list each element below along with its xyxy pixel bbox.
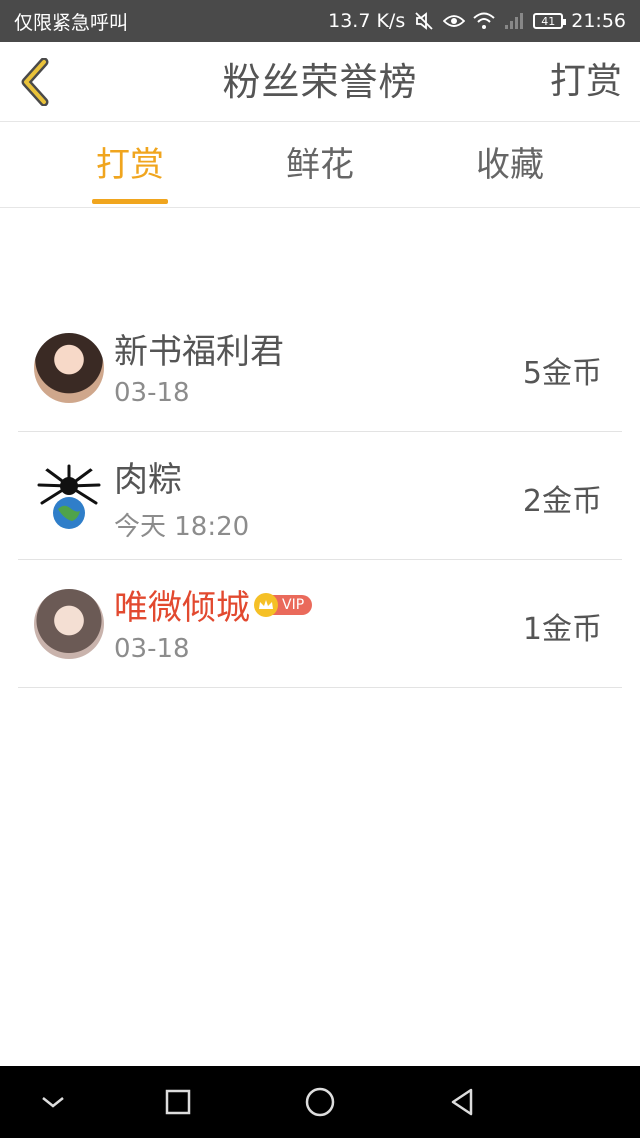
square-icon[interactable]	[160, 1084, 196, 1120]
signal-icon	[503, 10, 525, 32]
chevron-down-icon[interactable]	[35, 1084, 71, 1120]
vip-badge: VIP	[254, 592, 313, 617]
circle-icon[interactable]	[302, 1084, 338, 1120]
tab-bar: 打赏 鲜花 收藏	[0, 122, 640, 208]
status-bar: 仅限紧急呼叫 13.7 K/s 41 21:56	[0, 0, 640, 42]
crown-icon	[254, 592, 278, 617]
eye-icon	[443, 10, 466, 32]
list-item[interactable]: 新书福利君 03-18 5金币	[18, 304, 622, 432]
fan-date: 03-18	[114, 378, 190, 408]
fan-amount: 2金币	[522, 484, 602, 519]
list-item[interactable]: 肉粽 今天 18:20 2金币	[18, 432, 622, 560]
fan-list: 新书福利君 03-18 5金币 肉粽 今天 18:20 2金币 唯微倾城 VIP…	[18, 304, 622, 688]
tab-favorites[interactable]: 收藏	[450, 122, 570, 208]
fan-name: 新书福利君	[114, 332, 284, 372]
page-title: 粉丝荣誉榜	[222, 60, 418, 104]
fan-amount: 5金币	[522, 356, 602, 391]
status-left: 仅限紧急呼叫	[14, 8, 128, 35]
tab-reward[interactable]: 打赏	[70, 122, 190, 208]
nav-bar: 粉丝荣誉榜 打赏	[0, 42, 640, 122]
avatar	[34, 461, 104, 531]
triangle-back-icon[interactable]	[444, 1084, 480, 1120]
system-nav-bar	[0, 1066, 640, 1138]
fan-name: 唯微倾城	[114, 588, 250, 628]
avatar	[34, 333, 104, 403]
fan-date: 03-18	[114, 634, 190, 664]
carrier-text: 仅限紧急呼叫	[14, 11, 129, 34]
mute-icon	[413, 10, 435, 32]
clock: 21:56	[571, 10, 626, 32]
tab-flowers[interactable]: 鲜花	[260, 122, 380, 208]
fan-name: 肉粽	[114, 460, 182, 500]
list-item[interactable]: 唯微倾城 VIP 03-18 1金币	[18, 560, 622, 688]
status-right: 13.7 K/s 41 21:56	[328, 10, 626, 32]
battery-icon: 41	[533, 13, 567, 29]
avatar	[34, 589, 104, 659]
fan-amount: 1金币	[522, 612, 602, 647]
reward-button[interactable]: 打赏	[550, 42, 622, 122]
fan-date: 今天 18:20	[114, 512, 250, 542]
fan-name-row: 唯微倾城 VIP	[114, 580, 313, 629]
network-speed: 13.7 K/s	[328, 10, 406, 32]
wifi-icon	[473, 10, 495, 32]
